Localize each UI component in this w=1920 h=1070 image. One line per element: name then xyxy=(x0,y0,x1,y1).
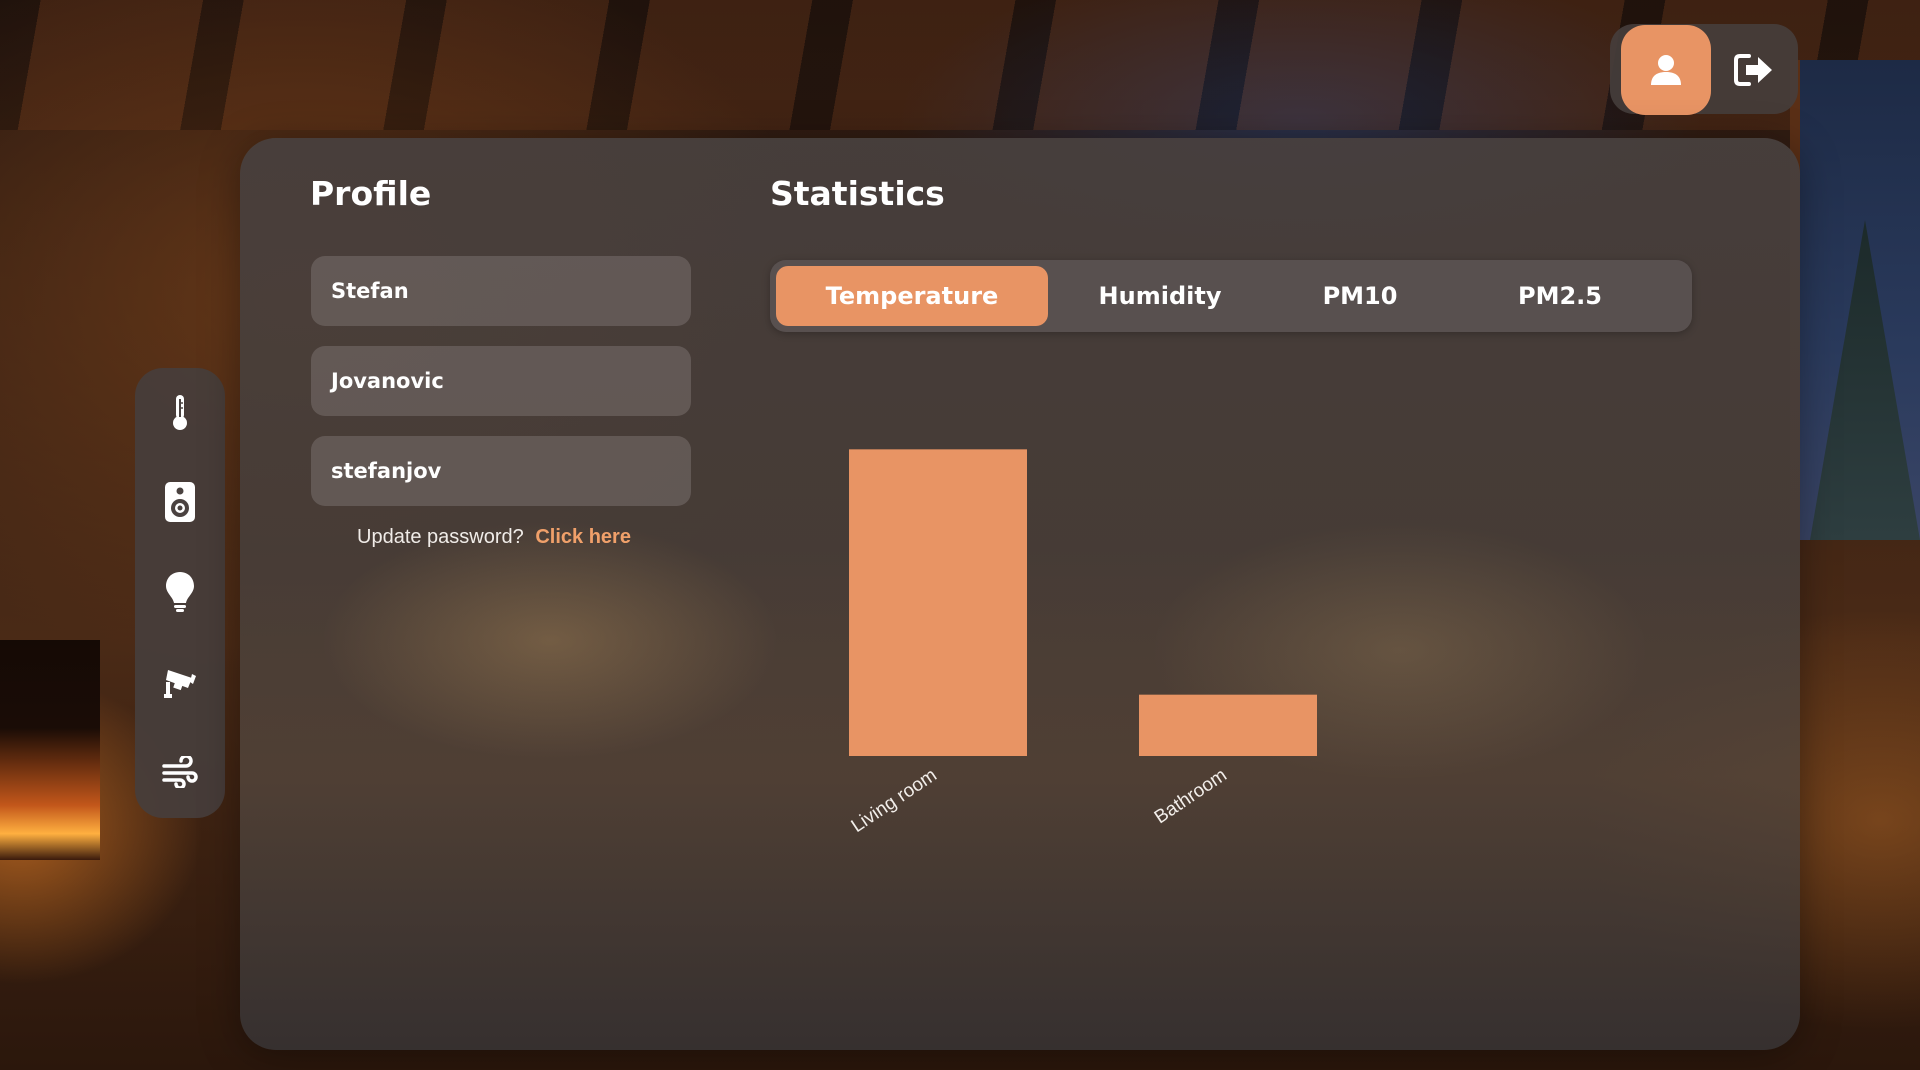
sidebar-item-speaker[interactable] xyxy=(158,480,202,524)
last-name-field[interactable]: Jovanovic xyxy=(311,346,691,416)
statistics-tabs: Temperature Humidity PM10 PM2.5 xyxy=(770,260,1692,332)
sidebar xyxy=(135,368,225,818)
profile-title: Profile xyxy=(310,174,432,213)
tab-pm25[interactable]: PM2.5 xyxy=(1470,266,1650,326)
sidebar-item-security-camera[interactable] xyxy=(158,660,202,704)
chart-bar-bathroom xyxy=(1139,694,1317,756)
update-password-label: Update password? xyxy=(357,526,524,548)
sidebar-item-temperature[interactable] xyxy=(158,390,202,434)
chart-tick-label: Living room xyxy=(848,765,941,837)
speaker-icon xyxy=(165,482,195,522)
first-name-field[interactable]: Stefan xyxy=(311,256,691,326)
sidebar-item-lights[interactable] xyxy=(158,570,202,614)
lightbulb-icon xyxy=(166,572,194,612)
update-password-row: Update password? Click here xyxy=(357,526,631,549)
tab-pm10[interactable]: PM10 xyxy=(1270,266,1450,326)
security-camera-icon xyxy=(164,670,196,698)
background-fireplace xyxy=(0,640,100,860)
sidebar-item-ventilation[interactable] xyxy=(158,750,202,794)
profile-button[interactable] xyxy=(1621,25,1711,115)
statistics-title: Statistics xyxy=(770,174,945,213)
background-window xyxy=(1790,60,1920,540)
tab-temperature[interactable]: Temperature xyxy=(776,266,1048,326)
update-password-link[interactable]: Click here xyxy=(535,526,631,548)
username-field[interactable]: stefanjov xyxy=(311,436,691,506)
thermometer-icon xyxy=(173,395,187,430)
chart-bar-living-room xyxy=(849,449,1027,756)
statistics-chart: Living room Bathroom xyxy=(848,449,1317,837)
user-icon xyxy=(1651,55,1681,85)
chart-tick-label: Bathroom xyxy=(1151,765,1231,828)
logout-button[interactable] xyxy=(1728,44,1780,96)
tab-humidity[interactable]: Humidity xyxy=(1060,266,1260,326)
wind-icon xyxy=(162,756,198,788)
logout-icon xyxy=(1734,54,1772,86)
